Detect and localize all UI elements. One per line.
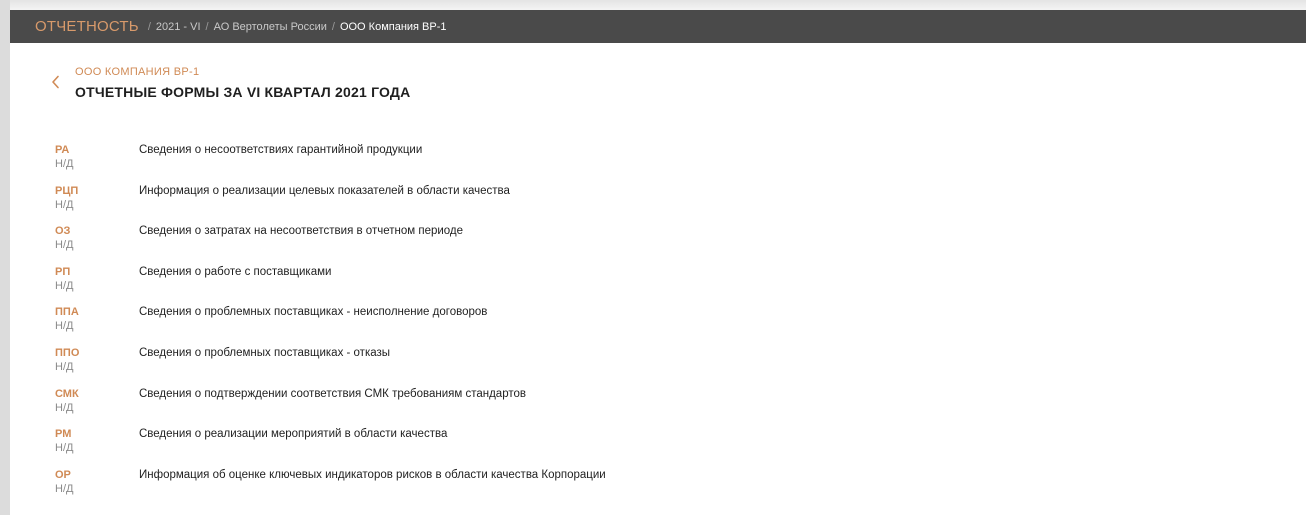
form-title[interactable]: Информация об оценке ключевых индикаторо…	[139, 469, 606, 510]
form-title[interactable]: Сведения о проблемных поставщиках - отка…	[139, 347, 390, 388]
app-brand-link[interactable]: ОТЧЕТНОСТЬ	[35, 18, 139, 35]
form-title[interactable]: Сведения о подтверждении соответствия СМ…	[139, 388, 526, 429]
form-code-block: РМ Н/Д	[55, 428, 139, 469]
form-title[interactable]: Информация о реализации целевых показате…	[139, 185, 510, 226]
form-status: Н/Д	[55, 442, 74, 455]
form-row-rm[interactable]: РМ Н/Д Сведения о реализации мероприятий…	[55, 428, 606, 469]
top-navigation-bar: ОТЧЕТНОСТЬ / 2021 - VI / АО Вертолеты Ро…	[10, 10, 1306, 43]
form-row-ppa[interactable]: ППА Н/Д Сведения о проблемных поставщика…	[55, 306, 606, 347]
form-status: Н/Д	[55, 401, 74, 414]
page-header-text: ООО КОМПАНИЯ ВР-1 ОТЧЕТНЫЕ ФОРМЫ ЗА VI К…	[75, 66, 410, 100]
breadcrumb-separator: /	[205, 20, 209, 33]
form-row-rcp[interactable]: РЦП Н/Д Информация о реализации целевых …	[55, 185, 606, 226]
form-code-block: ППА Н/Д	[55, 306, 139, 347]
form-code-block: РЦП Н/Д	[55, 185, 139, 226]
form-title[interactable]: Сведения о несоответствиях гарантийной п…	[139, 144, 422, 185]
form-status: Н/Д	[55, 239, 74, 252]
form-status: Н/Д	[55, 158, 74, 170]
form-code: РЦП	[55, 184, 79, 197]
form-status: Н/Д	[55, 360, 74, 373]
form-code-block: РА Н/Д	[55, 144, 139, 185]
form-row-ra[interactable]: РА Н/Д Сведения о несоответствиях гарант…	[55, 144, 606, 185]
form-row-smk[interactable]: СМК Н/Д Сведения о подтверждении соответ…	[55, 388, 606, 429]
form-row-or[interactable]: ОР Н/Д Информация об оценке ключевых инд…	[55, 469, 606, 510]
page-header: ООО КОМПАНИЯ ВР-1 ОТЧЕТНЫЕ ФОРМЫ ЗА VI К…	[45, 66, 410, 100]
form-status: Н/Д	[55, 198, 74, 211]
form-row-ppo[interactable]: ППО Н/Д Сведения о проблемных поставщика…	[55, 347, 606, 388]
breadcrumb-separator: /	[147, 20, 151, 33]
form-title[interactable]: Сведения о затратах на несоответствия в …	[139, 225, 463, 266]
form-code-block: СМК Н/Д	[55, 388, 139, 429]
breadcrumb-period[interactable]: 2021 - VI	[156, 21, 201, 33]
form-code-block: РП Н/Д	[55, 266, 139, 307]
form-row-rp[interactable]: РП Н/Д Сведения о работе с поставщиками	[55, 266, 606, 307]
form-code: СМК	[55, 387, 79, 400]
report-forms-list: РА Н/Д Сведения о несоответствиях гарант…	[55, 144, 606, 509]
form-status: Н/Д	[55, 279, 74, 292]
form-code-block: ОР Н/Д	[55, 469, 139, 510]
form-code: РМ	[55, 428, 72, 441]
form-status: Н/Д	[55, 320, 74, 333]
app-window: ОТЧЕТНОСТЬ / 2021 - VI / АО Вертолеты Ро…	[0, 0, 1306, 515]
form-row-oz[interactable]: ОЗ Н/Д Сведения о затратах на несоответс…	[55, 225, 606, 266]
form-code-block: ППО Н/Д	[55, 347, 139, 388]
breadcrumb-separator: /	[331, 20, 335, 33]
form-status: Н/Д	[55, 482, 74, 495]
chevron-left-icon[interactable]	[45, 72, 65, 92]
form-code: ППО	[55, 346, 80, 359]
form-title[interactable]: Сведения о работе с поставщиками	[139, 266, 331, 307]
form-title[interactable]: Сведения о реализации мероприятий в обла…	[139, 428, 447, 469]
form-code: ОР	[55, 468, 71, 481]
form-code: РА	[55, 144, 70, 156]
form-title[interactable]: Сведения о проблемных поставщиках - неис…	[139, 306, 487, 347]
breadcrumb-company: ООО Компания ВР-1	[339, 20, 447, 33]
form-code-block: ОЗ Н/Д	[55, 225, 139, 266]
company-name: ООО КОМПАНИЯ ВР-1	[75, 66, 200, 78]
page-title: ОТЧЕТНЫЕ ФОРМЫ ЗА VI КВАРТАЛ 2021 ГОДА	[75, 84, 411, 100]
form-code: ППА	[55, 306, 79, 319]
breadcrumb-holding[interactable]: АО Вертолеты России	[214, 21, 327, 33]
form-code: ОЗ	[55, 225, 71, 238]
form-code: РП	[55, 265, 71, 278]
